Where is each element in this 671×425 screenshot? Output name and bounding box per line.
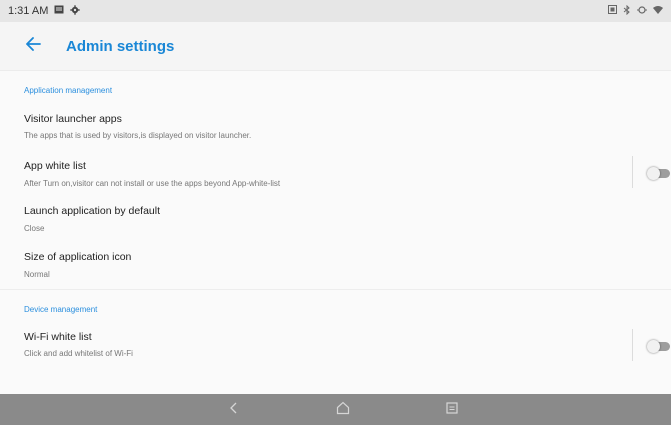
- status-time: 1:31 AM: [8, 5, 49, 17]
- section-header-device-management: Device management: [24, 305, 98, 314]
- nav-recents-button[interactable]: [443, 401, 461, 419]
- setting-subtitle: Close: [24, 224, 45, 233]
- setting-subtitle: Normal: [24, 270, 50, 279]
- recents-icon: [446, 401, 458, 419]
- setting-size-of-application-icon[interactable]: Size of application icon Normal: [0, 245, 671, 287]
- notification-icon: [54, 5, 64, 17]
- status-right: [608, 4, 663, 18]
- status-bar: 1:31 AM: [0, 0, 671, 22]
- sim-icon: [608, 5, 617, 17]
- setting-app-white-list[interactable]: App white list After Turn on,visitor can…: [0, 152, 671, 194]
- setting-subtitle: Click and add whitelist of Wi-Fi: [24, 349, 133, 358]
- setting-title: Size of application icon: [24, 251, 132, 263]
- bluetooth-icon: [623, 4, 631, 18]
- toggle-thumb: [647, 167, 660, 180]
- nav-home-button[interactable]: [334, 401, 352, 419]
- setting-subtitle: The apps that is used by visitors,is dis…: [24, 131, 252, 140]
- setting-title: Visitor launcher apps: [24, 113, 122, 125]
- setting-subtitle: After Turn on,visitor can not install or…: [24, 179, 281, 188]
- page-title: Admin settings: [66, 37, 175, 55]
- status-left: 1:31 AM: [8, 4, 81, 18]
- toggle-divider: [632, 329, 633, 361]
- chevron-left-icon: [229, 401, 239, 419]
- setting-wifi-white-list[interactable]: Wi-Fi white list Click and add whitelist…: [0, 325, 671, 367]
- setting-launch-application-by-default[interactable]: Launch application by default Close: [0, 199, 671, 241]
- home-icon: [336, 401, 350, 420]
- setting-title: Launch application by default: [24, 205, 161, 217]
- toggle-thumb: [647, 340, 660, 353]
- data-sync-icon: [637, 5, 647, 18]
- app-bar: Admin settings: [0, 22, 671, 70]
- wifi-white-list-toggle[interactable]: [647, 340, 670, 353]
- setting-title: Wi-Fi white list: [24, 331, 92, 343]
- back-button[interactable]: [20, 33, 46, 59]
- navigation-bar: [0, 394, 671, 425]
- app-white-list-toggle[interactable]: [647, 167, 670, 180]
- wifi-icon: [653, 5, 663, 17]
- section-divider: [0, 289, 671, 290]
- arrow-left-icon: [25, 36, 41, 56]
- settings-list: Application management Visitor launcher …: [0, 70, 671, 395]
- setting-title: App white list: [24, 160, 86, 172]
- setting-visitor-launcher-apps[interactable]: Visitor launcher apps The apps that is u…: [0, 105, 671, 147]
- settings-gear-icon: [70, 4, 81, 18]
- toggle-divider: [632, 156, 633, 188]
- nav-back-button[interactable]: [225, 401, 243, 419]
- section-header-application-management: Application management: [24, 86, 113, 95]
